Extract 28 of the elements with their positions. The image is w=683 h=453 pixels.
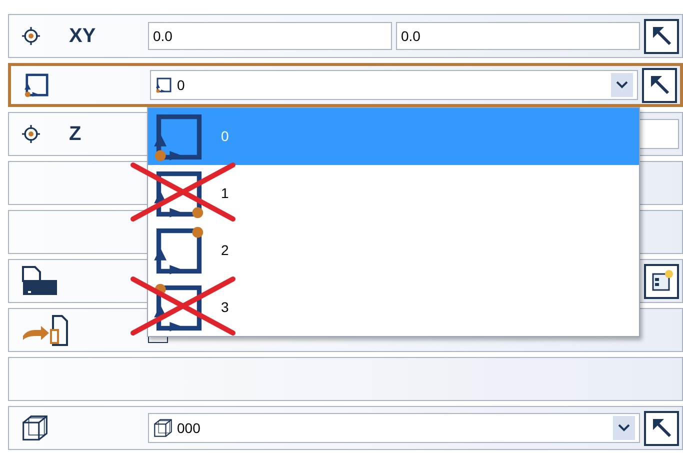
dropdown-option[interactable]: 1	[148, 165, 639, 222]
pick-button[interactable]	[642, 68, 677, 102]
dropdown-value: 0	[177, 76, 186, 94]
cube-icon	[153, 418, 173, 438]
target-icon	[21, 26, 41, 46]
move-file-icon	[21, 312, 69, 348]
new-icon	[650, 269, 674, 293]
dropdown-toggle[interactable]	[611, 73, 633, 97]
coordinate-field[interactable]: 0.0	[148, 22, 392, 50]
path-icon	[23, 71, 51, 99]
coordinate-field[interactable]: 0.0	[396, 22, 640, 50]
chevron-icon	[616, 81, 628, 89]
target-icon	[21, 124, 41, 144]
cube-icon	[21, 414, 49, 442]
new-button[interactable]	[644, 264, 679, 298]
dropdown-field[interactable]: 0	[150, 70, 638, 100]
axis-label: Z	[69, 122, 82, 147]
pick-button[interactable]	[644, 18, 679, 54]
dropdown-field[interactable]: 000	[148, 413, 640, 443]
dropdown-toggle[interactable]	[613, 416, 635, 440]
dropdown-value: 000	[177, 418, 202, 438]
axis-label: XY	[69, 24, 96, 49]
text-file-icon	[21, 265, 59, 297]
path-icon	[155, 76, 173, 94]
pick-button[interactable]	[644, 410, 679, 446]
dropdown-option[interactable]: 3	[148, 279, 639, 336]
chevron-icon	[618, 424, 630, 432]
dropdown-option[interactable]: 2	[148, 222, 639, 279]
